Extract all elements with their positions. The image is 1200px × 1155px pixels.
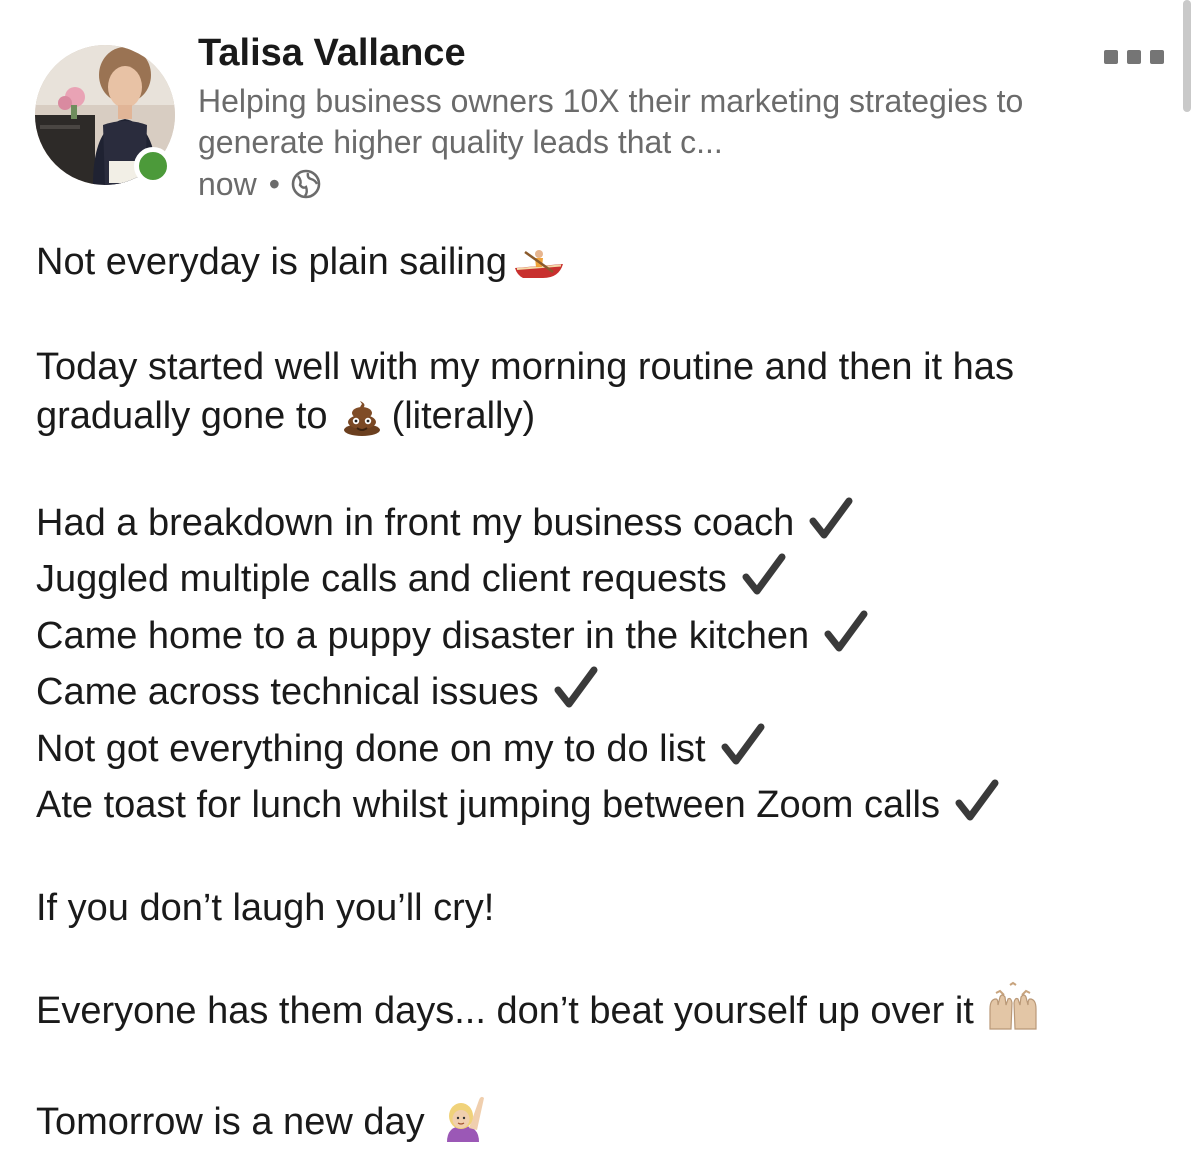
post-text: Everyone has them days... don’t beat you…	[36, 990, 974, 1032]
globe-icon	[290, 168, 322, 200]
rowboat-emoji	[513, 246, 565, 295]
poop-emoji	[342, 398, 382, 449]
post-line: gradually gone to (literally)	[36, 392, 1166, 449]
online-status-indicator	[134, 147, 172, 185]
scrollbar[interactable]	[1183, 0, 1191, 112]
checklist-item: Came home to a puppy disaster in the kit…	[36, 610, 1166, 667]
checklist-item: Not got everything done on my to do list	[36, 723, 1166, 780]
post-text: Not everyday is plain sailing	[36, 241, 508, 283]
meta-separator: •	[268, 166, 280, 202]
post-text: gradually gone to	[36, 394, 328, 437]
checklist-item: Came across technical issues	[36, 666, 1166, 723]
checkmark-icon	[741, 553, 787, 610]
checklist-text: Ate toast for lunch whilst jumping betwe…	[36, 784, 940, 826]
post-text: Tomorrow is a new day	[36, 1101, 425, 1143]
post-text: (literally)	[391, 394, 536, 437]
post-line: Tomorrow is a new day	[36, 1092, 1166, 1155]
more-options-icon	[1104, 50, 1118, 64]
checkmark-icon	[720, 723, 766, 780]
checklist-text: Came across technical issues	[36, 671, 539, 713]
checklist-item: Had a breakdown in front my business coa…	[36, 497, 1166, 554]
more-options-button[interactable]	[1104, 50, 1166, 70]
checklist-text: Not got everything done on my to do list	[36, 727, 706, 770]
checklist-item: Ate toast for lunch whilst jumping betwe…	[36, 779, 1166, 836]
checkmark-icon	[553, 666, 599, 723]
checkmark-icon	[823, 610, 869, 667]
post-header: Talisa Vallance Helping business owners …	[0, 0, 1200, 220]
post-timestamp: now	[198, 166, 257, 202]
checklist-text: Came home to a puppy disaster in the kit…	[36, 614, 810, 657]
more-options-icon	[1150, 50, 1164, 64]
post-line: Today started well with my morning routi…	[36, 346, 1014, 388]
checklist-item: Juggled multiple calls and client reques…	[36, 553, 1166, 610]
author-headline: Helping business owners 10X their market…	[198, 83, 1024, 160]
checkmark-icon	[954, 779, 1000, 836]
checklist-text: Had a breakdown in front my business coa…	[36, 501, 795, 544]
raising-hands-emoji	[986, 981, 1040, 1044]
post-line: Everyone has them days... don’t beat you…	[36, 981, 1166, 1044]
more-options-icon	[1127, 50, 1141, 64]
post-body: Not everyday is plain sailing Today star…	[36, 238, 1166, 1155]
post-line: Not everyday is plain sailing	[36, 238, 1166, 295]
person-raising-hand-emoji	[439, 1092, 487, 1155]
checkmark-icon	[808, 497, 854, 554]
checklist-text: Juggled multiple calls and client reques…	[36, 558, 727, 600]
post-meta: now •	[198, 164, 322, 204]
author-name[interactable]: Talisa Vallance	[198, 32, 466, 75]
post-line: If you don’t laugh you’ll cry!	[36, 887, 495, 929]
